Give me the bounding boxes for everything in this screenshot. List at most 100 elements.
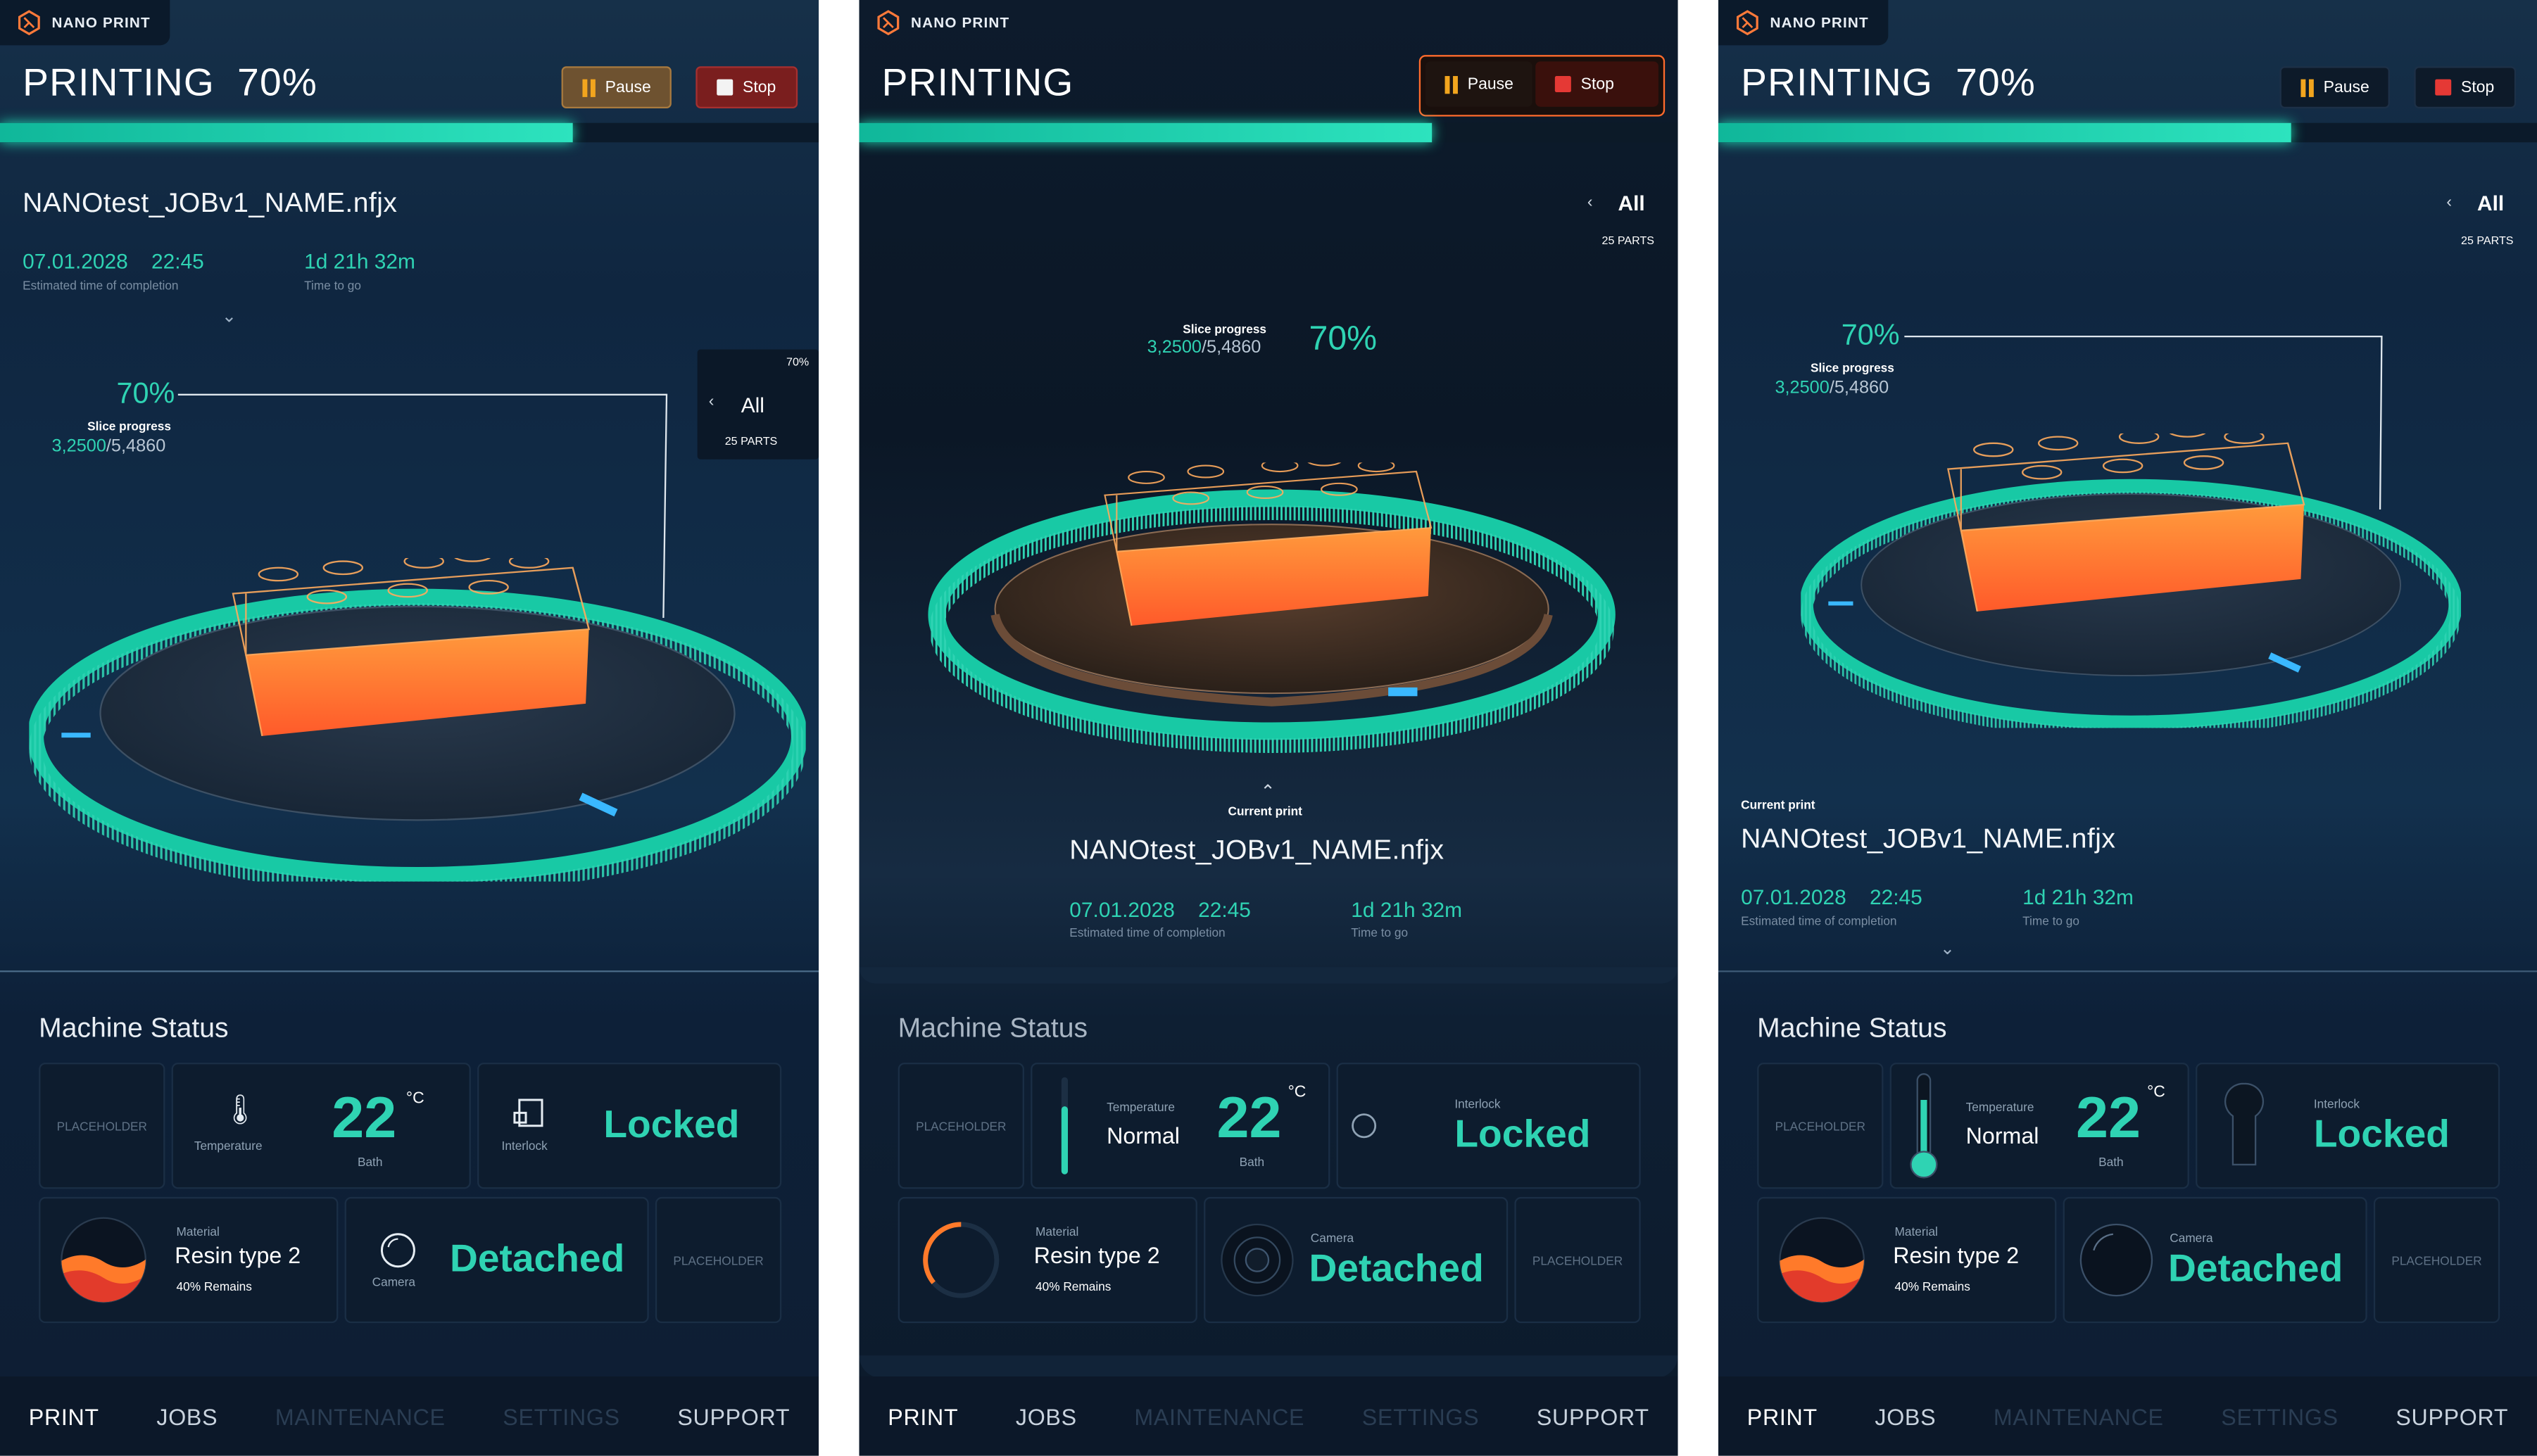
completion-label: Estimated time of completion [23,278,179,293]
temperature-sub: Bath [1239,1155,1265,1170]
parts-all-label[interactable]: All [2477,191,2504,215]
app-logo: NANO PRINT [0,0,170,46]
temperature-value: 22 [1216,1083,1282,1151]
parts-selector[interactable]: 70% ‹ All 25 PARTS [697,349,819,460]
nav-print[interactable]: PRINT [1747,1403,1818,1429]
material-card[interactable]: Material Resin type 2 40% Remains [39,1196,339,1324]
nav-print[interactable]: PRINT [888,1403,958,1429]
camera-state: Detached [449,1237,625,1281]
stop-button[interactable]: Stop [1535,61,1658,107]
nav-support[interactable]: SUPPORT [1537,1403,1649,1429]
page-title: PRINTING 70% [1741,61,2036,106]
material-name: Resin type 2 [175,1242,301,1269]
slice-count: 3,2500/5,4860 [1775,379,1889,398]
print-model [229,558,618,752]
material-label: Material [176,1224,220,1239]
pause-label: Pause [2323,78,2369,96]
stop-button[interactable]: Stop [2414,66,2516,108]
parts-percent: 70% [786,357,810,369]
print-progress-bar [1718,122,2537,143]
material-card[interactable]: Material Resin type 2 40% Remains [1757,1196,2057,1324]
stop-button[interactable]: Stop [695,66,798,108]
temperature-label: Temperature [1107,1099,1175,1115]
chevron-left-icon[interactable]: ‹ [709,393,714,411]
interlock-card[interactable]: Interlock Locked [477,1063,782,1189]
nav-maintenance[interactable]: MAINTENANCE [1994,1403,2164,1429]
time-to-go: 1d 21h 32m [1351,897,1463,923]
stop-label: Stop [2461,78,2495,96]
material-name: Resin type 2 [1893,1242,2020,1269]
nav-maintenance[interactable]: MAINTENANCE [1134,1403,1304,1429]
pause-button[interactable]: Pause [1425,61,1533,107]
slice-count: 3,2500/5,4860 [1147,338,1261,357]
job-file-name: NANOtest_JOBv1_NAME.nfjx [1069,835,1444,866]
pause-icon [582,78,596,96]
slice-current: 3,2500 [1775,378,1830,398]
completion-date-value: 07.01.2028 [1069,897,1175,923]
material-card[interactable]: Material Resin type 2 40% Remains [898,1196,1197,1324]
stop-label: Stop [743,78,776,96]
slice-total: /5,4860 [1201,338,1261,357]
chevron-up-icon[interactable]: ⌃ [1261,781,1276,802]
interlock-label: Interlock [2313,1096,2360,1112]
temperature-card[interactable]: Temperature Normal 22 °C Bath [1889,1063,2189,1189]
completion-date: 07.01.2028 22:45 [1069,898,1251,922]
interlock-card[interactable]: Interlock Locked [2196,1063,2500,1189]
print-model [1945,433,2334,628]
app-name: NANO PRINT [51,14,151,31]
slice-total: /5,4860 [1829,378,1889,398]
nav-support[interactable]: SUPPORT [677,1403,790,1429]
completion-date-value: 07.01.2028 [23,248,128,274]
camera-card[interactable]: Camera Detached [344,1196,649,1324]
status-placeholder: PLACEHOLDER [39,1063,165,1189]
print-model [1085,462,1474,640]
screen-variant-1: NANO PRINT PRINTING 70% Pause Stop NANOte… [0,0,819,1456]
nav-jobs[interactable]: JOBS [156,1403,218,1429]
nav-maintenance[interactable]: MAINTENANCE [275,1403,446,1429]
slice-count: 3,2500/5,4860 [52,437,166,457]
material-label: Material [1035,1224,1079,1239]
nav-jobs[interactable]: JOBS [1016,1403,1077,1429]
time-to-go: 1d 21h 32m [304,248,415,274]
lock-ring-icon [1352,1113,1377,1139]
machine-status-title: Machine Status [39,1012,229,1044]
pause-icon [2300,78,2314,96]
pause-button[interactable]: Pause [2279,66,2391,108]
page-title: PRINTING 70% [23,61,317,106]
nav-settings[interactable]: SETTINGS [2221,1403,2338,1429]
temperature-card[interactable]: Temperature Normal 22 °C Bath [1031,1063,1330,1189]
pause-button[interactable]: Pause [561,66,672,108]
interlock-state: Locked [2313,1113,2450,1157]
temperature-unit: °C [2147,1083,2165,1102]
interlock-card[interactable]: Interlock Locked [1336,1063,1641,1189]
completion-time-value: 22:45 [151,248,204,274]
stop-icon [2435,79,2452,96]
parts-all-label[interactable]: All [1618,191,1645,215]
interlock-state: Locked [1454,1113,1591,1157]
material-remains: 40% Remains [1035,1279,1112,1294]
chevron-down-icon[interactable]: ⌄ [1940,938,1955,959]
screen-variant-2: NANO PRINT PRINTING Pause Stop ‹ All 25 … [859,0,1678,1456]
temperature-card[interactable]: 🌡 Temperature 22 °C Bath [171,1063,471,1189]
camera-card[interactable]: Camera Detached [2063,1196,2367,1324]
nav-settings[interactable]: SETTINGS [503,1403,619,1429]
chevron-down-icon[interactable]: ⌄ [222,305,237,327]
temperature-value: 22 [2075,1083,2141,1151]
status-placeholder: PLACEHOLDER [1757,1063,1884,1189]
material-name: Resin type 2 [1033,1242,1160,1269]
camera-card[interactable]: Camera Detached [1204,1196,1509,1324]
nav-print[interactable]: PRINT [29,1403,99,1429]
parts-count: 25 PARTS [2461,236,2514,248]
app-name: NANO PRINT [1770,14,1869,31]
nav-support[interactable]: SUPPORT [2396,1403,2508,1429]
print-progress-fill [1718,122,2292,143]
machine-status-title: Machine Status [1757,1012,1947,1044]
nav-jobs[interactable]: JOBS [1875,1403,1936,1429]
chevron-left-icon[interactable]: ‹ [2446,194,2452,212]
slice-current: 3,2500 [1147,338,1202,357]
nav-settings[interactable]: SETTINGS [1362,1403,1479,1429]
chevron-left-icon[interactable]: ‹ [1587,194,1593,212]
parts-all-label: All [741,393,764,418]
print-progress-fill [0,122,574,143]
camera-label: Camera [372,1274,415,1289]
